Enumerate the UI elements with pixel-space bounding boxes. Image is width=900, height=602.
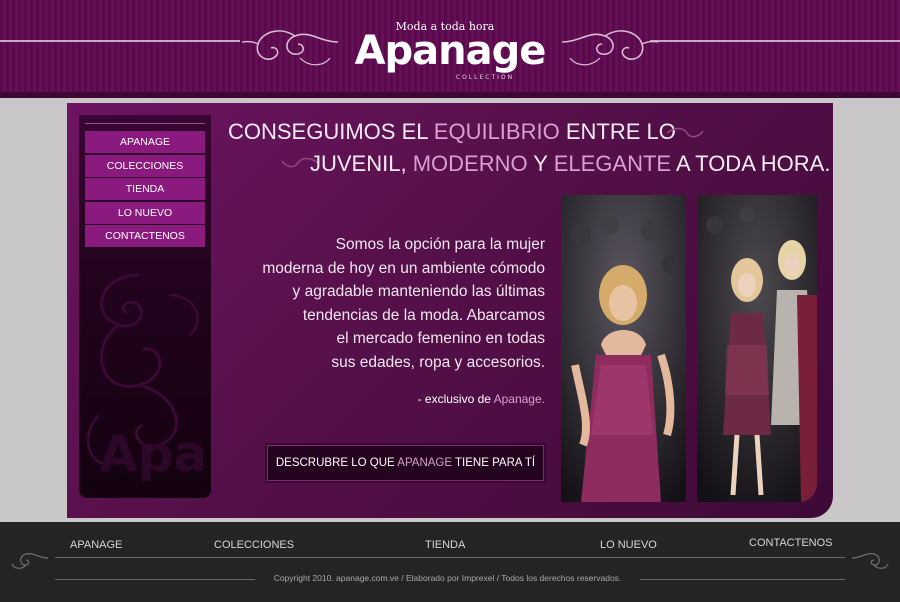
sidebar-item-contactenos[interactable]: CONTACTENOS	[85, 225, 205, 247]
sidebar: APANAGE COLECCIONES TIENDA LO NUEVO CONT…	[79, 115, 211, 498]
main-panel: APANAGE COLECCIONES TIENDA LO NUEVO CONT…	[67, 103, 833, 518]
footer-link-colecciones[interactable]: COLECCIONES	[214, 539, 294, 551]
intro-line: el mercado femenino en todas	[336, 330, 545, 347]
intro-line: y agradable manteniendo las últimas	[292, 283, 545, 300]
apanage-logo[interactable]: Moda a toda hora Apanage COLLECTION	[345, 14, 555, 81]
cta-text: TIENE PARA TÍ	[452, 457, 536, 469]
intro-line: sus edades, ropa y accesorios.	[331, 353, 545, 371]
header-rule-left	[0, 40, 240, 42]
sidebar-divider	[85, 123, 205, 124]
headline-text: CONSEGUIMOS EL	[228, 119, 434, 144]
ornament-swirl-right-icon	[561, 30, 659, 66]
logo-wordmark: Apanage	[354, 28, 547, 74]
site-header: Moda a toda hora Apanage COLLECTION	[0, 0, 900, 98]
sidebar-watermark: Apa	[99, 425, 208, 483]
footer-nav: APANAGE COLECCIONES TIENDA LO NUEVO CONT…	[0, 537, 900, 555]
headline-highlight: MODERNO	[412, 151, 528, 176]
signature: - exclusivo de Apanage.	[327, 392, 545, 406]
footer-link-apanage[interactable]: APANAGE	[70, 539, 122, 551]
footer-divider	[55, 579, 255, 580]
headline-highlight: EQUILIBRIO	[433, 119, 560, 144]
footer-link-tienda[interactable]: TIENDA	[425, 539, 465, 551]
footer-divider	[55, 557, 845, 558]
intro-line: tendencias de la moda. Abarcamos	[302, 306, 545, 324]
headline-text: A TODA HORA.	[671, 151, 831, 176]
sidebar-menu: APANAGE COLECCIONES TIENDA LO NUEVO CONT…	[85, 131, 205, 249]
footer-divider	[640, 579, 845, 580]
cta-brand: APANAGE	[397, 457, 453, 469]
runway-photo-2	[697, 195, 817, 502]
headline-text: ENTRE LO	[559, 119, 676, 144]
headline-line-1: CONSEGUIMOS EL EQUILIBRIO ENTRE LO	[228, 119, 676, 145]
site-footer: APANAGE COLECCIONES TIENDA LO NUEVO CONT…	[0, 522, 900, 602]
sidebar-item-lo-nuevo[interactable]: LO NUEVO	[85, 201, 205, 224]
sidebar-item-colecciones[interactable]: COLECCIONES	[85, 154, 205, 177]
footer-link-contactenos[interactable]: CONTACTENOS	[749, 537, 833, 549]
cta-text: DESCRUBRE LO QUE	[275, 457, 398, 469]
headline-swirl-icon	[666, 127, 704, 138]
signature-brand: Apanage.	[493, 392, 545, 406]
footer-link-lo-nuevo[interactable]: LO NUEVO	[600, 539, 657, 551]
headline-line-2: JUVENIL, MODERNO Y ELEGANTE A TODA HORA.	[310, 151, 830, 177]
sidebar-item-tienda[interactable]: TIENDA	[85, 178, 205, 200]
header-rule-right	[650, 40, 900, 42]
intro-line: Somos la opción para la mujer	[335, 236, 545, 253]
signature-text: - exclusivo de	[417, 392, 494, 406]
discover-cta-button[interactable]: DESCRUBRE LO QUE APANAGE TIENE PARA TÍ	[265, 443, 546, 483]
headline-highlight: ELEGANTE	[553, 151, 672, 176]
intro-paragraph: Somos la opción para la mujer moderna de…	[227, 233, 545, 374]
logo-subtitle: COLLECTION	[455, 74, 515, 81]
runway-photo-1	[561, 195, 686, 502]
ornament-swirl-left-icon	[241, 30, 339, 66]
copyright-text: Copyright 2010. apanage.com.ve / Elabora…	[273, 573, 622, 583]
headline-text: JUVENIL,	[310, 151, 413, 176]
headline-text: Y	[527, 151, 554, 176]
sidebar-item-apanage[interactable]: APANAGE	[85, 131, 205, 153]
intro-line: moderna de hoy en un ambiente cómodo	[262, 259, 545, 277]
